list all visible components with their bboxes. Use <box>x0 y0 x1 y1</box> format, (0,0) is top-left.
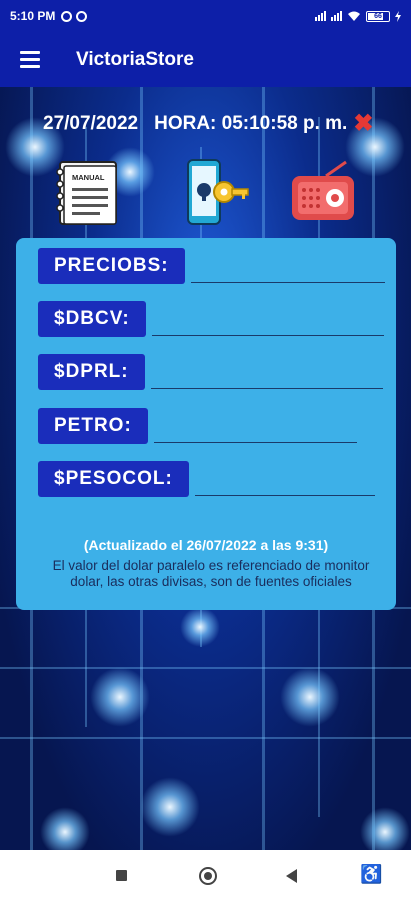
close-x-icon[interactable]: ✖ <box>353 112 373 136</box>
phone-key-button[interactable] <box>180 158 250 228</box>
rate-row-pesocol: $PESOCOL: <box>38 461 375 497</box>
phone-key-icon <box>187 159 249 225</box>
rate-value <box>194 462 375 496</box>
status-bar: 5:10 PM 66 <box>0 0 411 32</box>
rate-label: $DPRL: <box>38 354 145 390</box>
rate-label: PETRO: <box>38 408 148 444</box>
battery-icon: 66 <box>366 10 390 22</box>
rate-label: $PESOCOL: <box>38 461 189 497</box>
signal-icon <box>315 11 326 21</box>
accessibility-icon[interactable]: ♿ <box>360 864 382 885</box>
date-text: 27/07/2022 <box>43 113 139 134</box>
note-text: El valor del dolar paralelo es referenci… <box>52 558 370 589</box>
rate-value <box>153 409 357 443</box>
radio-button[interactable] <box>288 158 358 228</box>
icon-buttons-row: MANUAL <box>0 158 411 228</box>
manual-icon-text: MANUAL <box>72 173 105 182</box>
rate-value <box>151 302 384 336</box>
rate-row-dbcv: $DBCV: <box>38 301 384 337</box>
rate-value <box>190 249 385 283</box>
back-icon[interactable] <box>286 869 297 883</box>
rate-row-dprl: $DPRL: <box>38 354 383 390</box>
navigation-bar: ♿ <box>0 850 411 900</box>
battery-level: 66 <box>374 12 382 20</box>
rate-label: PRECIOBS: <box>38 248 185 284</box>
status-time: 5:10 PM <box>10 9 56 23</box>
datetime-row: 27/07/2022 HORA: 05:10:58 p. m. ✖ <box>0 110 411 138</box>
wifi-icon <box>348 11 360 21</box>
hamburger-menu-icon[interactable] <box>0 32 60 87</box>
recent-apps-icon[interactable] <box>116 870 127 881</box>
charging-icon <box>395 10 401 22</box>
notification-icon <box>76 10 88 22</box>
manual-icon: MANUAL <box>56 161 117 225</box>
rate-value <box>150 355 383 389</box>
rate-label: $DBCV: <box>38 301 146 337</box>
app-title: VictoriaStore <box>76 48 194 70</box>
rate-row-preciobs: PRECIOBS: <box>38 248 385 284</box>
manual-button[interactable]: MANUAL <box>52 158 122 228</box>
app-bar: VictoriaStore <box>0 32 411 87</box>
updated-text: (Actualizado el 26/07/2022 a las 9:31) <box>83 537 329 553</box>
radio-icon <box>292 160 354 220</box>
rate-row-petro: PETRO: <box>38 408 357 444</box>
notification-icon <box>61 10 73 22</box>
signal-icon <box>331 11 342 21</box>
rates-card: PRECIOBS: $DBCV: $DPRL: PETRO: $PESOCOL:… <box>16 238 396 610</box>
time-text: HORA: 05:10:58 p. m. <box>154 113 348 134</box>
home-icon[interactable] <box>199 867 217 885</box>
